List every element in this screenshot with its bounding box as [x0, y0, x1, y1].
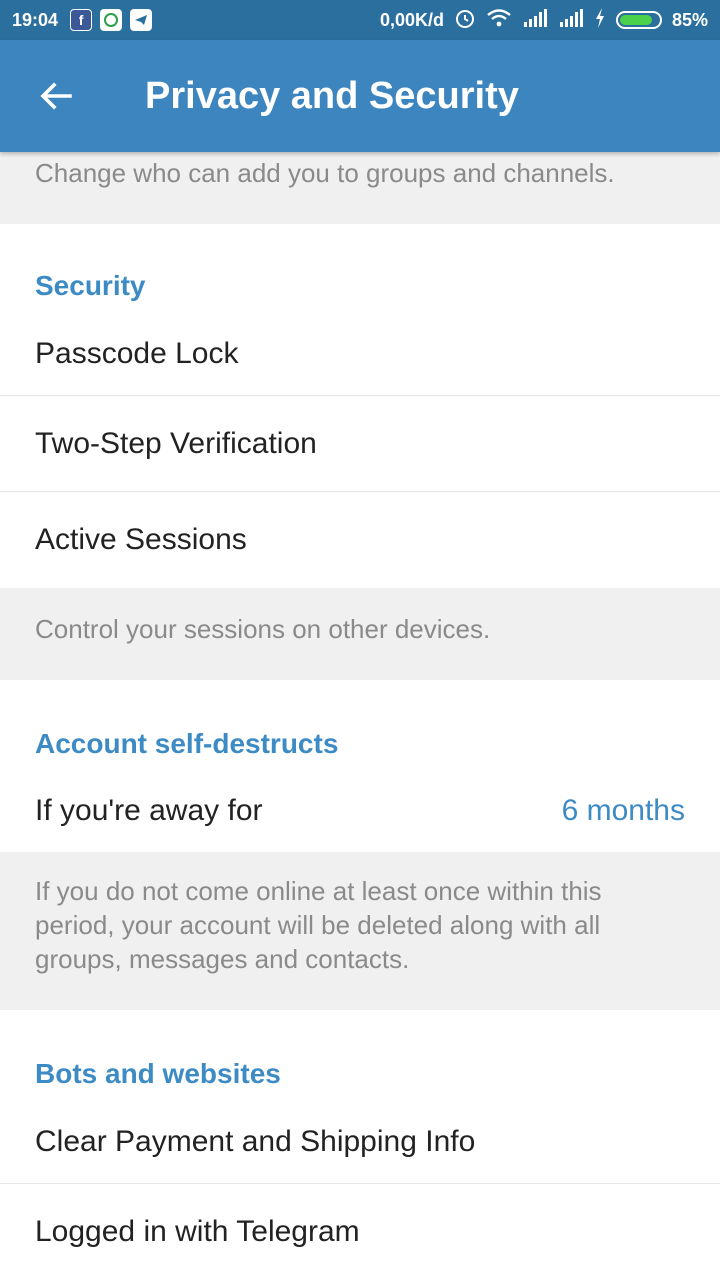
charging-icon	[594, 7, 606, 34]
self-destruct-info-text: If you do not come online at least once …	[0, 852, 720, 1010]
battery-icon	[615, 11, 662, 29]
section-header-security: Security	[0, 224, 720, 312]
facebook-icon: f	[70, 9, 93, 31]
status-bar: 19:04 f 0,00K/d 85%	[0, 0, 720, 40]
away-for-label: If you're away for	[35, 794, 263, 827]
app-toolbar: Privacy and Security	[0, 40, 720, 152]
whatsapp-icon	[100, 9, 123, 31]
section-header-self-destruct: Account self-destructs	[0, 680, 720, 770]
signal-icon	[522, 8, 548, 33]
away-for-item[interactable]: If you're away for 6 months	[0, 770, 720, 852]
clear-payment-info-item[interactable]: Clear Payment and Shipping Info	[0, 1100, 720, 1184]
back-button[interactable]	[26, 66, 86, 126]
away-for-value: 6 months	[561, 794, 685, 827]
telegram-icon	[130, 9, 153, 31]
active-sessions-item[interactable]: Active Sessions	[0, 492, 720, 588]
two-step-verification-item[interactable]: Two-Step Verification	[0, 396, 720, 492]
passcode-lock-item[interactable]: Passcode Lock	[0, 312, 720, 396]
battery-percent: 85%	[671, 9, 708, 30]
logged-in-with-telegram-item[interactable]: Logged in with Telegram	[0, 1184, 720, 1280]
groups-info-text: Change who can add you to groups and cha…	[0, 152, 720, 224]
page-title: Privacy and Security	[145, 75, 519, 117]
status-time: 19:04	[12, 9, 59, 30]
settings-list: Change who can add you to groups and cha…	[0, 152, 720, 1280]
back-arrow-icon	[40, 82, 72, 110]
net-speed: 0,00K/d	[379, 9, 444, 30]
signal-icon-2	[558, 8, 584, 33]
sessions-info-text: Control your sessions on other devices.	[0, 588, 720, 680]
section-header-bots: Bots and websites	[0, 1010, 720, 1100]
alarm-icon	[454, 7, 476, 34]
wifi-icon	[486, 8, 512, 33]
